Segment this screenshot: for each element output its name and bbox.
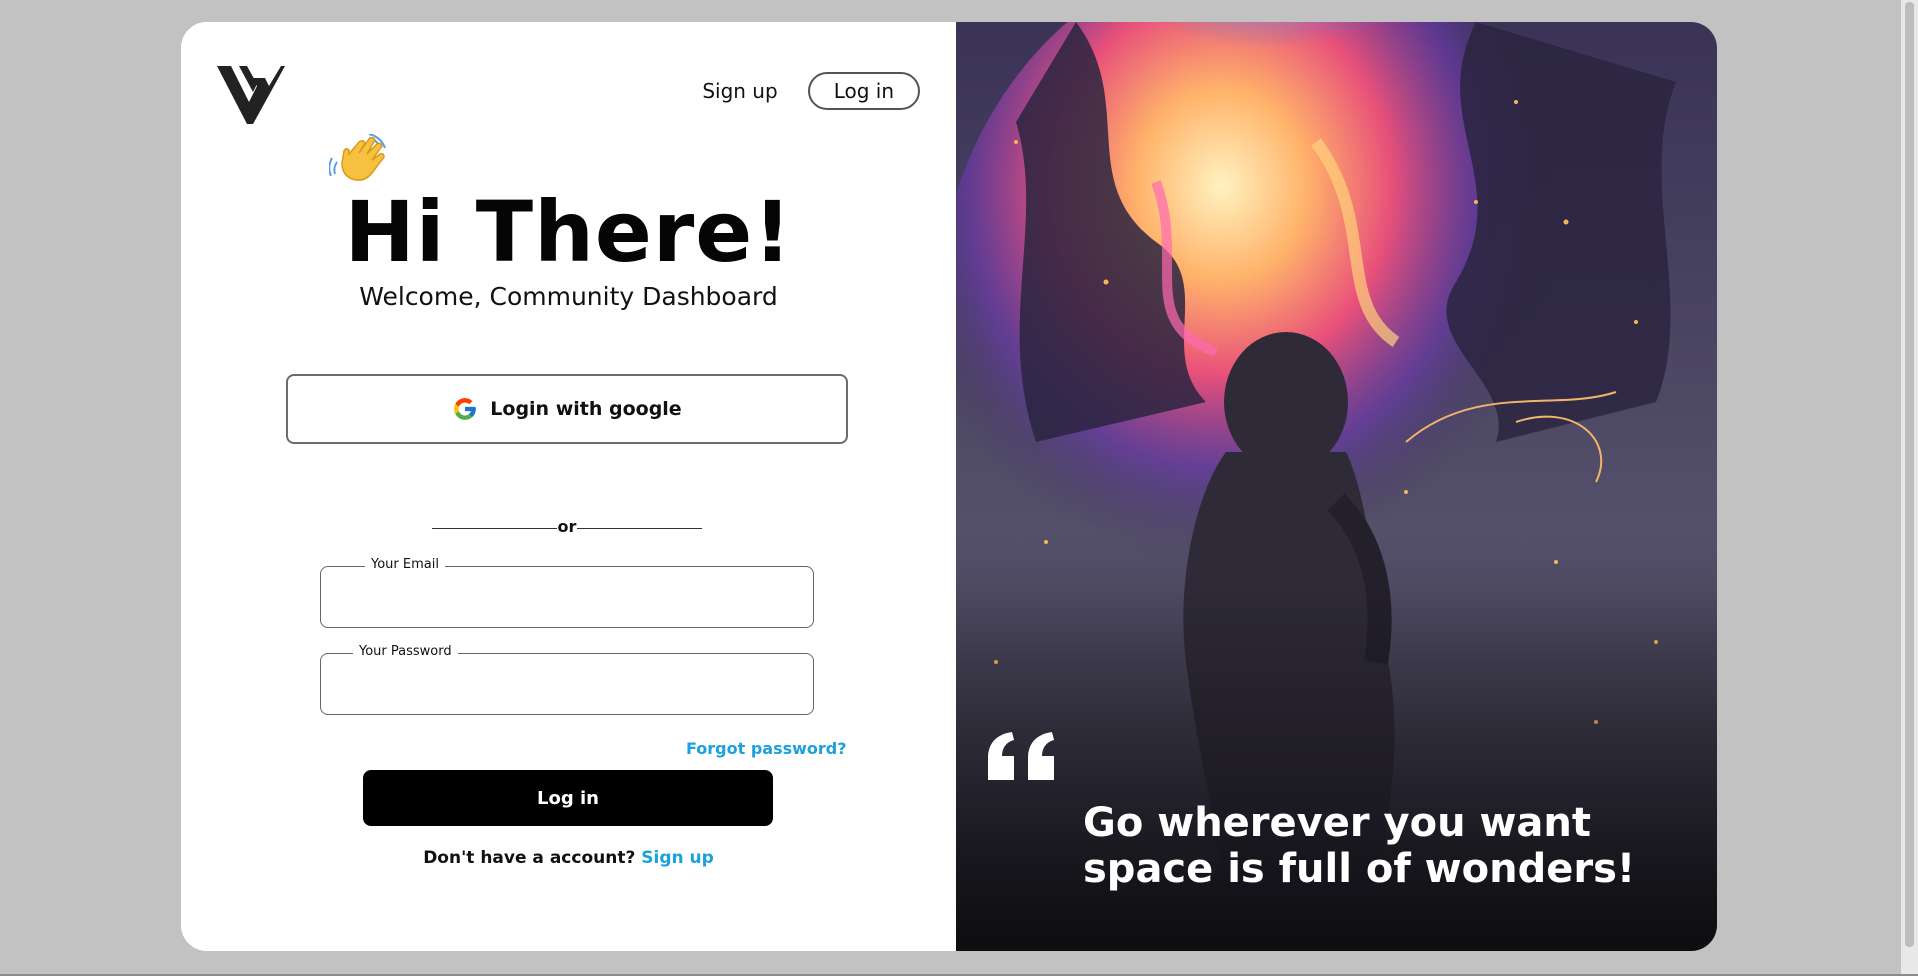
brand-logo[interactable]: [217, 62, 285, 124]
password-field: Your Password: [320, 644, 814, 715]
page-subtitle: Welcome, Community Dashboard: [359, 282, 778, 311]
quote-line-2: space is full of wonders!: [1083, 846, 1636, 892]
no-account-text: Don't have a account?: [423, 848, 636, 868]
login-button[interactable]: Log in: [363, 770, 773, 826]
nav-login-button[interactable]: Log in: [807, 72, 920, 110]
nav-signup-link[interactable]: Sign up: [702, 79, 777, 103]
top-nav: Sign up Log in: [702, 72, 920, 110]
email-field-label: Your Email: [365, 557, 445, 572]
login-panel: Sign up Log in Hi There! Welcome, Commun…: [181, 22, 956, 951]
quote-line-1: Go wherever you want: [1083, 800, 1592, 846]
quote-mark-icon: [988, 732, 1054, 780]
divider-line-right: [577, 528, 702, 529]
password-input[interactable]: [333, 668, 803, 704]
google-login-label: Login with google: [490, 398, 682, 420]
auth-card: Sign up Log in Hi There! Welcome, Commun…: [181, 22, 1717, 951]
divider-text: or: [557, 517, 577, 536]
signup-prompt: Don't have a account? Sign up: [181, 848, 956, 868]
vertical-scrollbar[interactable]: [1901, 0, 1918, 976]
google-login-button[interactable]: Login with google: [286, 374, 848, 444]
scrollbar-thumb[interactable]: [1905, 2, 1914, 947]
email-field: Your Email: [320, 557, 814, 628]
page-title: Hi There!: [344, 183, 793, 281]
password-field-label: Your Password: [353, 644, 458, 659]
forgot-password-link[interactable]: Forgot password?: [686, 739, 847, 758]
or-divider: or: [432, 516, 702, 542]
google-icon: [454, 398, 477, 420]
signup-link[interactable]: Sign up: [641, 848, 714, 868]
hero-artwork-panel: Go wherever you want space is full of wo…: [956, 22, 1717, 951]
quote-text: Go wherever you want space is full of wo…: [1083, 800, 1643, 892]
email-input[interactable]: [333, 581, 803, 617]
